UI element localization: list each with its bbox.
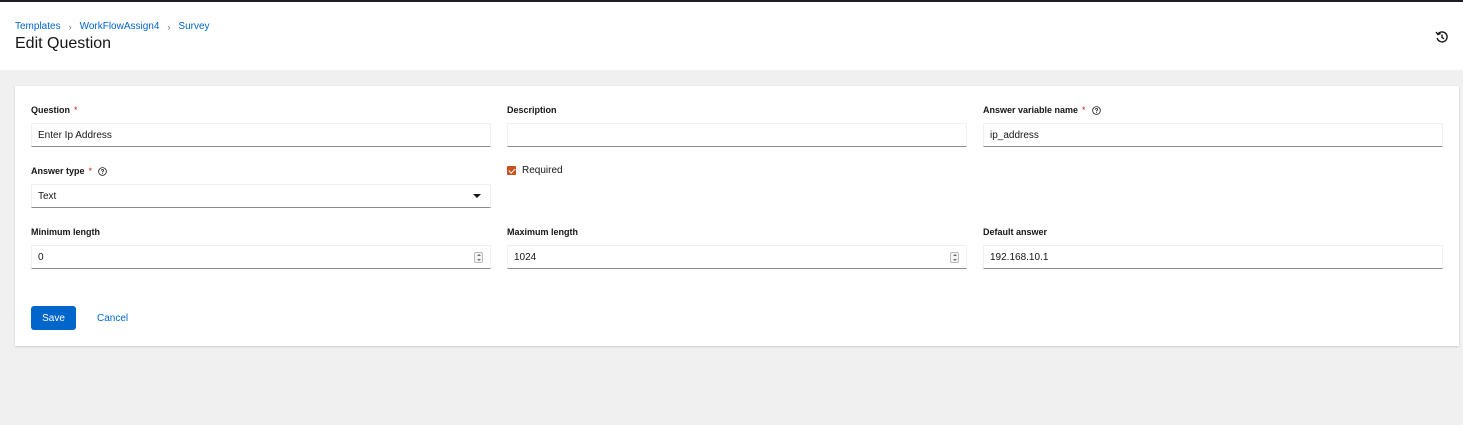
page-title: Edit Question (15, 35, 112, 52)
variable-name-label: Answer variable name * (983, 105, 1101, 115)
variable-name-field[interactable] (983, 123, 1443, 147)
breadcrumb-templates[interactable]: Templates (15, 21, 61, 32)
question-input[interactable] (38, 129, 484, 141)
breadcrumb: Templates › WorkFlowAssign4 › Survey (15, 21, 210, 32)
answer-type-label: Answer type * (31, 166, 107, 176)
question-field[interactable] (31, 123, 491, 147)
help-icon[interactable] (1091, 105, 1101, 115)
answer-type-select[interactable]: Text (31, 184, 491, 208)
description-input[interactable] (514, 129, 960, 141)
required-marker: * (1082, 105, 1086, 115)
chevron-right-icon: › (68, 21, 72, 32)
question-form-card: Question* Description Answer variable na… (15, 86, 1459, 346)
max-length-label: Maximum length (507, 227, 579, 237)
description-field[interactable] (507, 123, 967, 147)
min-length-field[interactable] (31, 245, 491, 269)
history-icon[interactable] (1435, 30, 1449, 44)
description-label: Description (507, 105, 557, 115)
required-checkbox-label: Required (522, 165, 563, 176)
breadcrumb-survey[interactable]: Survey (178, 21, 209, 32)
answer-type-value: Text (38, 190, 57, 202)
help-icon[interactable] (98, 166, 107, 176)
breadcrumb-workflow[interactable]: WorkFlowAssign4 (80, 21, 160, 32)
number-spinner-icon[interactable] (474, 252, 483, 263)
min-length-input[interactable] (38, 251, 484, 263)
save-button[interactable]: Save (31, 306, 76, 330)
variable-name-input[interactable] (990, 129, 1436, 141)
required-checkbox-row[interactable]: Required (507, 165, 563, 176)
question-label: Question * (31, 105, 78, 115)
caret-down-icon (473, 194, 481, 198)
min-length-label: Minimum length (31, 227, 100, 237)
default-answer-field[interactable] (983, 245, 1443, 269)
chevron-right-icon: › (167, 21, 171, 32)
required-marker: * (74, 105, 78, 115)
page-header: Templates › WorkFlowAssign4 › Survey Edi… (0, 2, 1463, 70)
default-answer-label: Default answer (983, 227, 1048, 237)
max-length-input[interactable] (514, 251, 960, 263)
max-length-field[interactable] (507, 245, 967, 269)
number-spinner-icon[interactable] (950, 252, 959, 263)
required-marker: * (88, 166, 93, 176)
required-checkbox[interactable] (507, 166, 516, 175)
default-answer-input[interactable] (990, 251, 1436, 263)
cancel-button[interactable]: Cancel (97, 306, 128, 330)
